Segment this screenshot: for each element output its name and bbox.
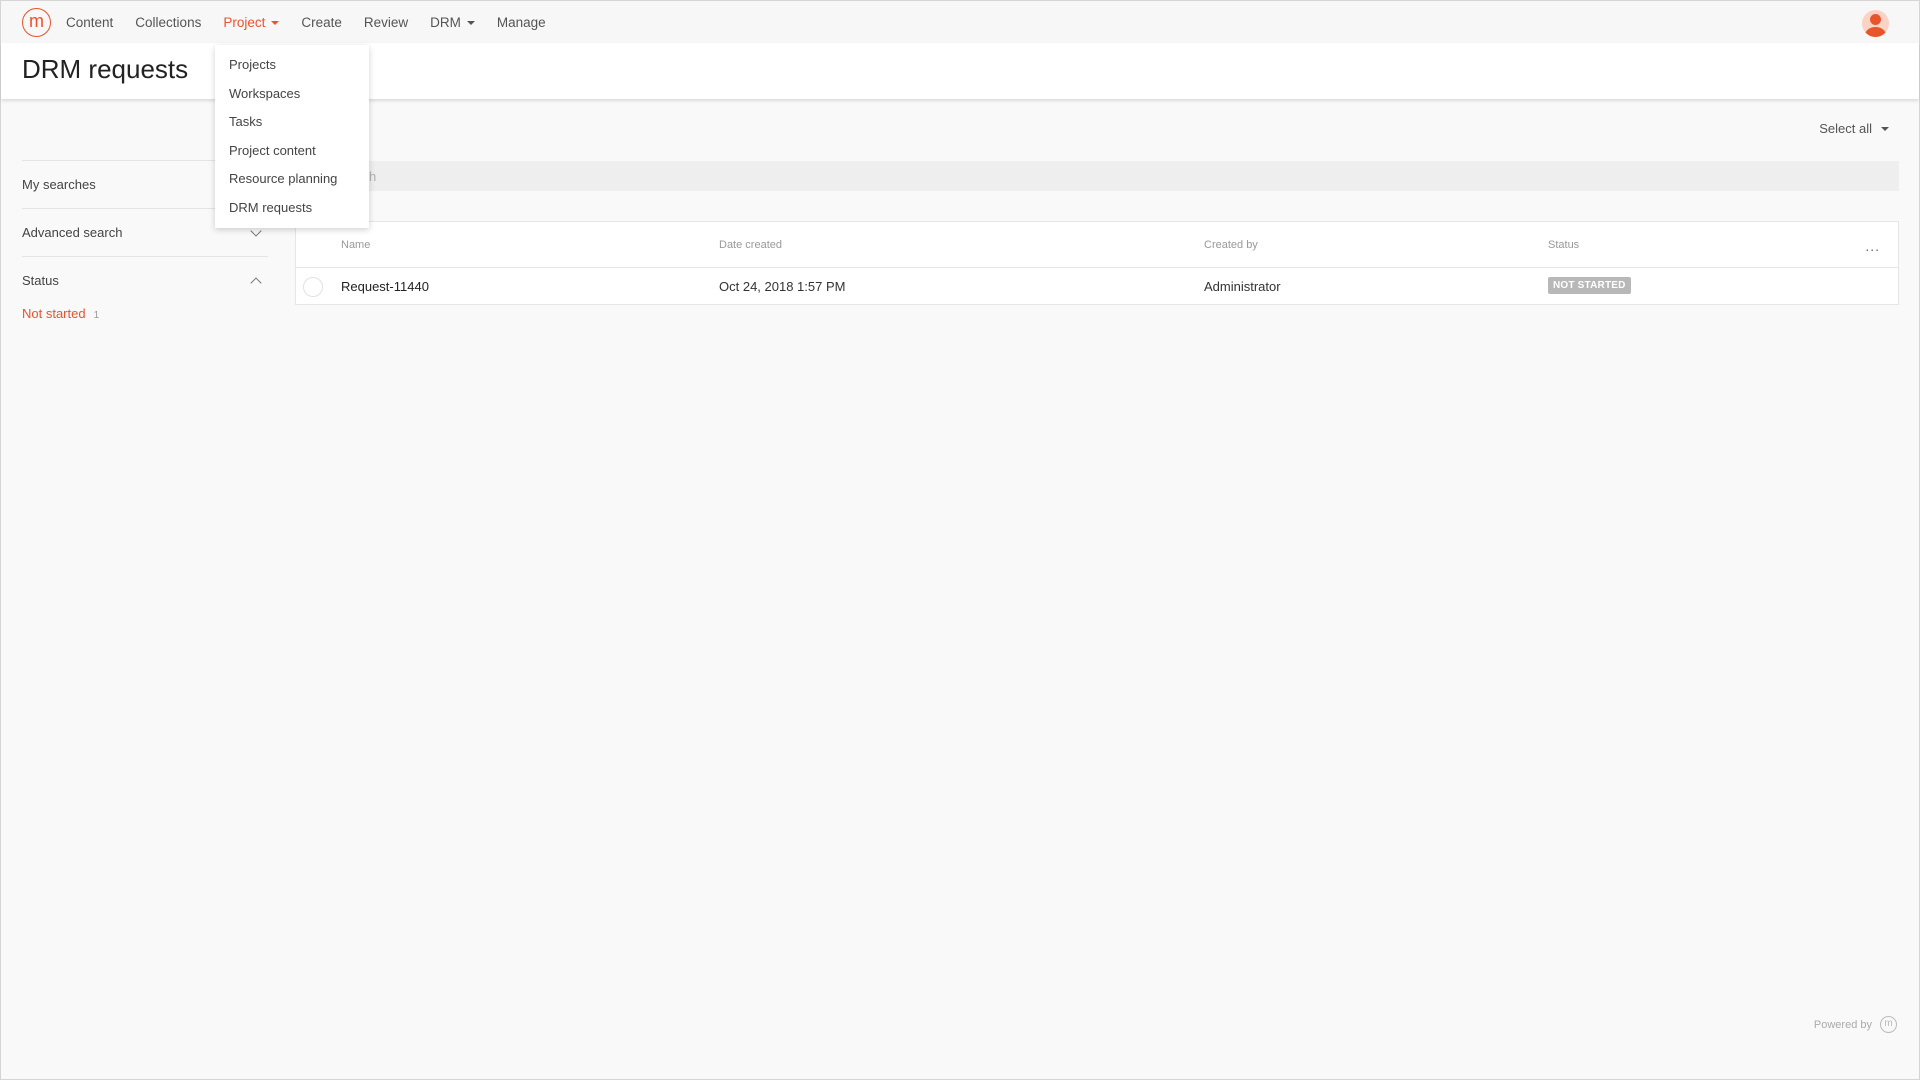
chevron-up-icon[interactable] — [250, 276, 262, 289]
column-header-date-created[interactable]: Date created — [719, 239, 782, 251]
column-header-status[interactable]: Status — [1548, 239, 1579, 251]
avatar-head-shape — [1870, 14, 1881, 25]
mini-logo-letter: m — [1884, 1018, 1893, 1029]
status-badge: NOT STARTED — [1548, 277, 1631, 294]
nav-menu: Content Collections Project Create Revie… — [66, 1, 568, 43]
my-searches-label: My searches — [22, 177, 96, 192]
brand-logo-small-icon: m — [1880, 1016, 1897, 1033]
column-header-created-by[interactable]: Created by — [1204, 239, 1258, 251]
nav-item-label: Create — [301, 14, 342, 30]
more-options-icon[interactable]: ... — [1865, 238, 1880, 254]
menu-item-projects[interactable]: Projects — [215, 51, 369, 80]
advanced-search-label: Advanced search — [22, 225, 123, 240]
nav-item-label: Project — [223, 14, 266, 30]
results-table: Name Date created Created by Status ... … — [295, 221, 1899, 305]
menu-item-project-content[interactable]: Project content — [215, 137, 369, 166]
project-dropdown-menu: Projects Workspaces Tasks Project conten… — [215, 45, 369, 228]
table-row[interactable]: Request-11440 Oct 24, 2018 1:57 PM Admin… — [296, 268, 1898, 305]
caret-down-icon — [271, 20, 280, 25]
select-all-button[interactable]: Select all — [1819, 121, 1889, 136]
nav-item-label: Manage — [496, 14, 546, 30]
page-title: DRM requests — [22, 54, 189, 84]
nav-item-label: Collections — [135, 14, 202, 30]
nav-item-label: DRM — [430, 14, 461, 30]
logo-letter: m — [29, 11, 44, 31]
nav-item-content[interactable]: Content — [66, 15, 113, 30]
menu-item-tasks[interactable]: Tasks — [215, 108, 369, 137]
nav-item-project[interactable]: Project — [223, 14, 280, 30]
powered-by-label: Powered by — [1813, 1018, 1872, 1031]
top-navigation: m Content Collections Project Create Rev… — [1, 1, 1919, 43]
facet-not-started[interactable]: Not started 1 — [22, 304, 268, 321]
status-facet-header[interactable]: Status — [22, 256, 268, 304]
menu-item-workspaces[interactable]: Workspaces — [215, 80, 369, 109]
app-window: m Content Collections Project Create Rev… — [0, 0, 1920, 1080]
table-header: Name Date created Created by Status ... — [296, 222, 1898, 268]
menu-item-resource-planning[interactable]: Resource planning — [215, 165, 369, 194]
facet-label: Not started — [22, 306, 86, 321]
status-facet-label: Status — [22, 273, 59, 288]
row-created-by: Administrator — [1204, 279, 1281, 294]
nav-item-collections[interactable]: Collections — [135, 15, 201, 30]
nav-item-review[interactable]: Review — [364, 15, 408, 30]
brand-logo-icon[interactable]: m — [22, 8, 51, 37]
nav-item-drm[interactable]: DRM — [430, 15, 475, 30]
column-header-name[interactable]: Name — [341, 239, 370, 251]
select-all-label: Select all — [1819, 121, 1872, 136]
search-input[interactable] — [295, 161, 1899, 191]
menu-item-drm-requests[interactable]: DRM requests — [215, 194, 369, 223]
caret-down-icon — [1881, 127, 1889, 131]
nav-item-manage[interactable]: Manage — [497, 15, 546, 30]
nav-item-create[interactable]: Create — [301, 15, 342, 30]
user-avatar-icon[interactable] — [1862, 10, 1889, 37]
facet-count: 1 — [93, 310, 100, 321]
powered-by-footer: Powered by m — [1814, 1016, 1897, 1033]
nav-item-label: Review — [363, 14, 409, 30]
nav-item-label: Content — [66, 14, 114, 30]
row-select-checkbox[interactable] — [303, 277, 323, 297]
row-date-created: Oct 24, 2018 1:57 PM — [719, 279, 846, 294]
caret-down-icon — [466, 20, 475, 25]
avatar-body-shape — [1865, 27, 1886, 37]
row-name[interactable]: Request-11440 — [341, 279, 429, 294]
